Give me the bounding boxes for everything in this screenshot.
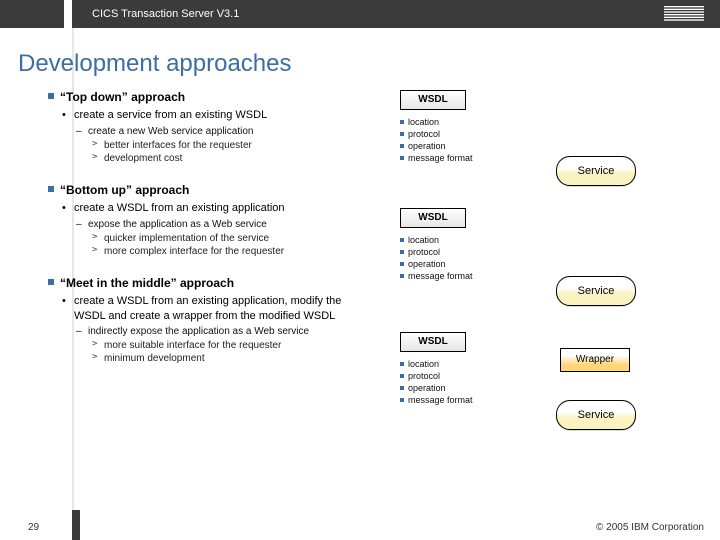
bullet-square-icon [48, 93, 54, 99]
wsdl-box: WSDL [400, 208, 466, 228]
footer: 29 © 2005 IBM Corporation [0, 514, 720, 540]
bullet-l1: create a WSDL from an existing applicati… [48, 294, 348, 324]
attr-item: message format [400, 152, 473, 164]
copyright: © 2005 IBM Corporation [596, 522, 704, 533]
attr-item: location [400, 358, 473, 370]
attr-item: protocol [400, 128, 473, 140]
wrapper-box: Wrapper [560, 348, 630, 372]
bullet-l3: better interfaces for the requester [48, 139, 720, 152]
attr-item: protocol [400, 246, 473, 258]
wsdl-box: WSDL [400, 332, 466, 352]
wsdl-box: WSDL [400, 90, 466, 110]
service-box: Service [556, 156, 636, 186]
footer-bar-icon [72, 510, 80, 540]
attr-item: protocol [400, 370, 473, 382]
attr-item: location [400, 116, 473, 128]
bullet-l3: more complex interface for the requester [48, 245, 720, 258]
attr-item: operation [400, 258, 473, 270]
bullet-l3: quicker implementation of the service [48, 232, 720, 245]
page-number: 29 [28, 522, 39, 533]
top-bar: CICS Transaction Server V3.1 [0, 0, 720, 28]
bullet-l1: create a service from an existing WSDL [48, 108, 348, 123]
top-bar-ledge [72, 0, 80, 28]
bullet-square-icon [48, 279, 54, 285]
bullet-l2: create a new Web service application [48, 125, 348, 138]
bullet-l2: expose the application as a Web service [48, 218, 348, 231]
bullet-l2: indirectly expose the application as a W… [48, 325, 348, 338]
section-top-down: “Top down” approach create a service fro… [48, 90, 720, 165]
section-bottom-up: “Bottom up” approach create a WSDL from … [48, 183, 720, 258]
service-box: Service [556, 276, 636, 306]
service-box: Service [556, 400, 636, 430]
product-name: CICS Transaction Server V3.1 [92, 8, 239, 20]
bullet-l1: create a WSDL from an existing applicati… [48, 201, 348, 216]
attr-item: operation [400, 382, 473, 394]
wsdl-attrs: location protocol operation message form… [400, 234, 473, 283]
page-title: Development approaches [0, 28, 720, 84]
attr-item: message format [400, 270, 473, 282]
attr-item: message format [400, 394, 473, 406]
attr-item: location [400, 234, 473, 246]
heading-text: “Bottom up” approach [60, 183, 189, 197]
heading-text: “Top down” approach [60, 90, 185, 104]
ibm-logo-icon [662, 6, 706, 25]
bullet-square-icon [48, 186, 54, 192]
wsdl-attrs: location protocol operation message form… [400, 358, 473, 407]
heading-text: “Meet in the middle” approach [60, 276, 234, 290]
section-heading: “Top down” approach [48, 90, 720, 104]
content-area: “Top down” approach create a service fro… [0, 84, 720, 365]
wsdl-attrs: location protocol operation message form… [400, 116, 473, 165]
attr-item: operation [400, 140, 473, 152]
